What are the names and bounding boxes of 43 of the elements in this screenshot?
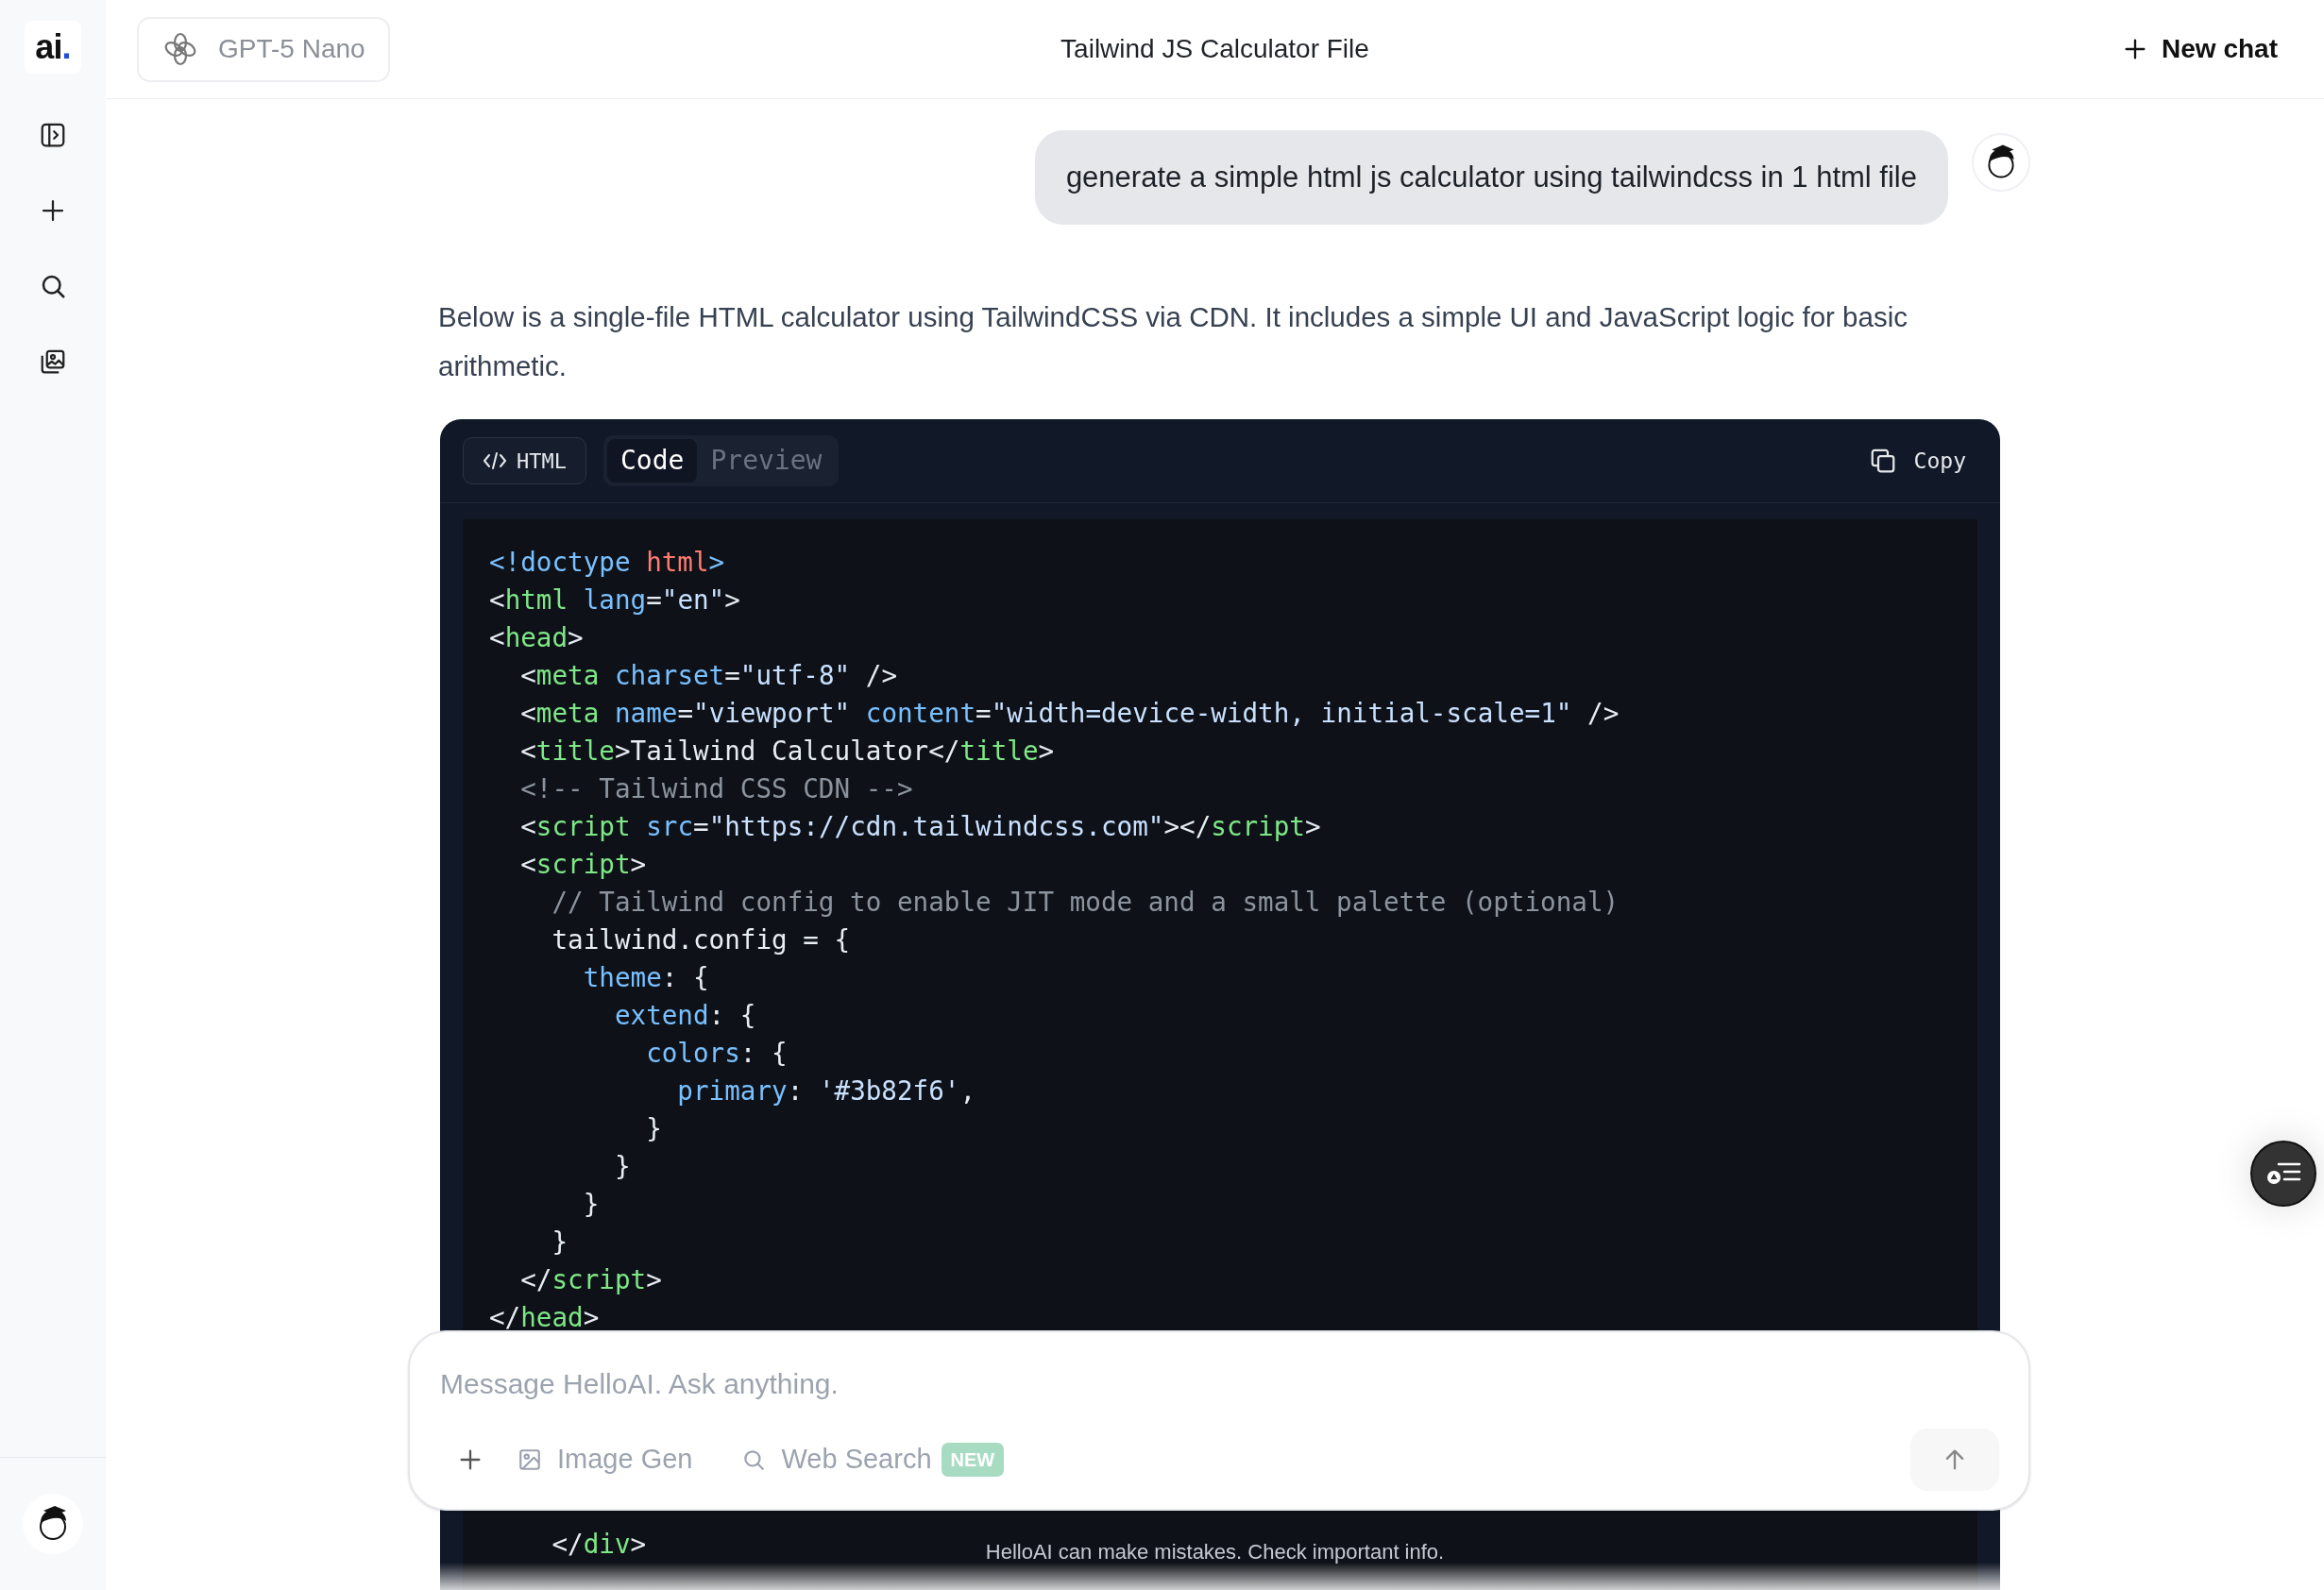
code-line: <script>: [519, 848, 647, 882]
copy-button[interactable]: Copy: [1868, 444, 1966, 478]
code-line: <head>: [489, 621, 584, 655]
new-chat-button[interactable]: New chat: [2122, 29, 2278, 69]
code-line: <html lang="en">: [489, 584, 740, 617]
model-selector[interactable]: GPT-5 Nano: [137, 16, 390, 82]
code-line: // Tailwind config to enable JIT mode and a small palette (optional): [551, 886, 1620, 920]
code-line: <meta charset="utf-8" />: [519, 659, 897, 693]
tool-button[interactable]: Web Search: [741, 1439, 932, 1480]
code-line: <script src="https://cdn.tailwindcss.com"></script>: [519, 810, 1321, 844]
tool-button[interactable]: Image Gen: [517, 1439, 693, 1480]
message-field[interactable]: Message HelloAI. Ask anything. Image Gen Web Search NEW: [408, 1330, 2030, 1511]
disclaimer-text: HelloAI can make mistakes. Check important info.: [985, 1539, 1445, 1565]
avatar[interactable]: [23, 1494, 83, 1554]
sidebar-toggle-icon[interactable]: [39, 121, 67, 149]
code-line: extend: {: [613, 999, 756, 1033]
logo[interactable]: ai.: [25, 21, 81, 74]
language-label: HTML: [463, 437, 586, 484]
new-badge: NEW: [941, 1443, 1005, 1477]
code-line: theme: {: [582, 961, 709, 995]
search-icon: [741, 1447, 767, 1472]
code-line: }: [645, 1112, 662, 1146]
view-tab[interactable]: Preview: [697, 439, 836, 482]
code-line: primary: '#3b82f6',: [676, 1074, 976, 1108]
chat-title: Tailwind JS Calculator File: [1060, 33, 1369, 65]
code-line: }: [551, 1226, 568, 1260]
image-icon: [517, 1447, 542, 1472]
code-line: <meta name="viewport" content="width=device-width, initial-scale=1" />: [519, 697, 1620, 731]
code-line: }: [582, 1188, 600, 1222]
code-line: <!-- Tailwind CSS CDN -->: [519, 772, 913, 806]
code-line: colors: {: [645, 1037, 788, 1071]
code-line: <title>Tailwind Calculator</title>: [519, 735, 1055, 769]
avatar: [1972, 133, 2030, 192]
code-line: </script>: [519, 1263, 662, 1297]
code-line: </div>: [551, 1528, 647, 1562]
code-line: <!doctype html>: [489, 546, 725, 580]
view-tab[interactable]: Code: [607, 439, 698, 482]
user-message: generate a simple html js calculator using tailwindcss in 1 html file: [1034, 130, 1948, 225]
image-gallery-icon[interactable]: [39, 347, 67, 376]
code-line: }: [613, 1150, 631, 1184]
code-icon: [483, 450, 507, 471]
code-line: tailwind.config = {: [551, 923, 851, 957]
response-text: Below is a single-file HTML calculator using TailwindCSS via CDN. It includes a simple UI and JavaScript logic for basic arithmetic.: [438, 300, 1908, 383]
